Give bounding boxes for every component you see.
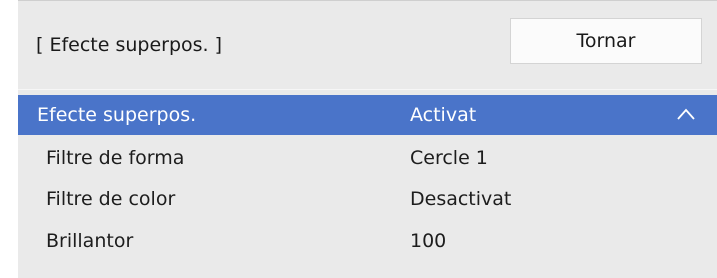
- menu-item-filtre-de-color[interactable]: Filtre de color Desactivat: [18, 179, 717, 219]
- menu-item-value: 100: [410, 230, 447, 252]
- menu-item-label: Efecte superpos.: [37, 104, 197, 126]
- menu-item-label: Filtre de color: [46, 188, 176, 210]
- menu-item-label: Filtre de forma: [46, 147, 185, 169]
- chevron-up-icon[interactable]: [676, 106, 696, 122]
- header-divider: [18, 89, 717, 90]
- menu-item-efecte-superpos[interactable]: Efecte superpos. Activat: [18, 95, 717, 135]
- menu-item-brillantor[interactable]: Brillantor 100: [18, 221, 717, 261]
- menu-item-label: Brillantor: [46, 230, 134, 252]
- back-button[interactable]: Tornar: [510, 18, 702, 64]
- menu-item-value: Activat: [410, 104, 477, 126]
- menu-item-value: Desactivat: [410, 188, 512, 210]
- menu-item-filtre-de-forma[interactable]: Filtre de forma Cercle 1: [18, 138, 717, 178]
- menu-item-value: Cercle 1: [410, 147, 488, 169]
- settings-panel: [ Efecte superpos. ] Tornar Efecte super…: [18, 0, 717, 278]
- page-title: [ Efecte superpos. ]: [36, 34, 223, 56]
